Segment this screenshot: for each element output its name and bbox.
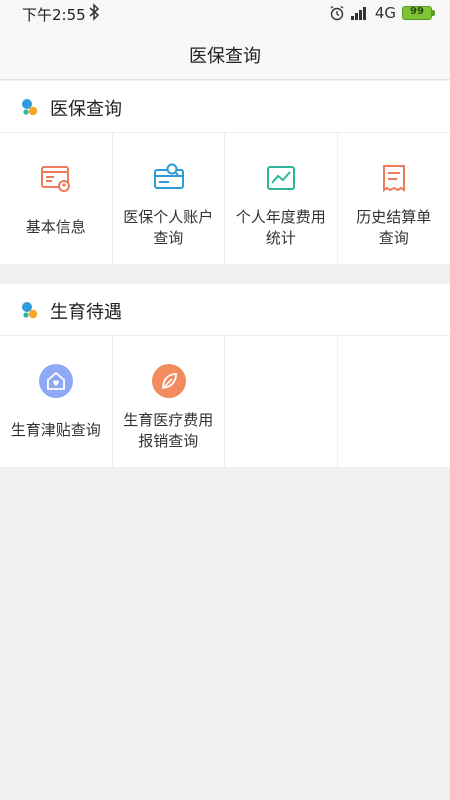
grid-item-label: 个人年度费用 统计	[235, 208, 326, 247]
grid-item-label: 医保个人账户 查询	[123, 208, 214, 247]
section-title: 医保查询	[50, 99, 122, 120]
grid-item-personal-account[interactable]: 医保个人账户 查询	[113, 133, 225, 264]
receipt-icon	[382, 165, 405, 192]
line-chart-icon	[267, 166, 295, 190]
nav-bar: 医保查询	[0, 28, 450, 80]
grid-item-label: 历史结算单 查询	[356, 208, 432, 247]
status-time: 下午2:55	[22, 6, 86, 24]
grid-item-maternity-allowance[interactable]: 生育津贴查询	[0, 336, 113, 467]
grid-item-empty	[225, 336, 338, 467]
section-logo-icon	[22, 99, 38, 116]
status-bar: 下午2:55 4G 99	[0, 0, 450, 28]
home-heart-icon	[39, 364, 73, 398]
network-label: 4G	[374, 4, 396, 22]
grid-item-basic-info[interactable]: 基本信息	[0, 133, 113, 264]
signal-icon	[350, 7, 366, 20]
grid-item-annual-cost[interactable]: 个人年度费用 统计	[225, 133, 338, 264]
grid-item-label: 生育津贴查询	[10, 421, 101, 439]
leaf-icon	[151, 364, 186, 398]
section-medical-insurance: 医保查询 基本信息 医保个人账户 查询 个人年度费用 统计 历史结算单 查询	[0, 81, 450, 264]
section-title: 生育待遇	[50, 302, 122, 323]
section-header: 生育待遇	[0, 284, 450, 336]
battery-level: 99	[410, 6, 424, 17]
page-title: 医保查询	[189, 46, 261, 67]
alarm-icon	[330, 5, 344, 21]
grid-item-label: 基本信息	[25, 218, 86, 236]
battery-icon: 99	[402, 6, 435, 20]
bluetooth-icon	[89, 3, 100, 21]
card-search-icon	[153, 163, 184, 189]
section-logo-icon	[22, 302, 38, 319]
id-card-icon	[41, 166, 70, 192]
grid-item-label: 生育医疗费用 报销查询	[123, 411, 214, 450]
grid-item-empty	[338, 336, 450, 467]
grid-item-settlement-history[interactable]: 历史结算单 查询	[338, 133, 450, 264]
section-header: 医保查询	[0, 81, 450, 133]
section-maternity: 生育待遇 生育津贴查询 生育医疗费用 报销查询	[0, 284, 450, 467]
grid-item-maternity-medical-reimbursement[interactable]: 生育医疗费用 报销查询	[113, 336, 225, 467]
